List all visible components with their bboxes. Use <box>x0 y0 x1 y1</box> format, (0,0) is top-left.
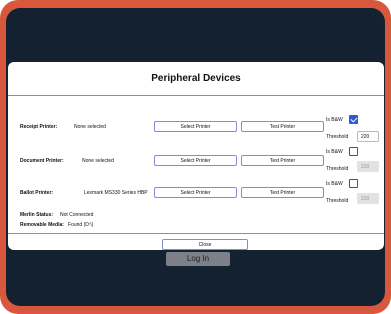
app-screen: Log In Peripheral Devices Receipt Printe… <box>6 8 385 306</box>
document-select-printer-button[interactable]: Select Printer <box>154 155 237 166</box>
document-is-bw-label: Is B&W <box>326 149 343 155</box>
receipt-is-bw-label: Is B&W <box>326 117 343 123</box>
document-printer-label: Document Printer: <box>20 158 64 164</box>
close-button[interactable]: Close <box>162 239 248 250</box>
receipt-printer-label: Receipt Printer: <box>20 124 58 130</box>
receipt-printer-value: None selected <box>74 124 106 130</box>
footer-divider <box>8 233 384 234</box>
removable-media-value: Found (D:\) <box>68 222 94 228</box>
ballot-printer-value: Lexmark MS330 Series HBP <box>84 190 148 196</box>
document-test-printer-button[interactable]: Test Printer <box>241 155 324 166</box>
removable-media-label: Removable Media: <box>20 222 64 228</box>
dialog-title: Peripheral Devices <box>151 73 241 84</box>
ballot-select-printer-button[interactable]: Select Printer <box>154 187 237 198</box>
device-frame: Log In Peripheral Devices Receipt Printe… <box>0 0 391 314</box>
log-in-button[interactable]: Log In <box>166 252 230 266</box>
peripheral-devices-dialog: Peripheral Devices Receipt Printer: None… <box>8 62 384 250</box>
ballot-printer-label: Ballot Printer: <box>20 190 54 196</box>
receipt-test-printer-button[interactable]: Test Printer <box>241 121 324 132</box>
receipt-is-bw-checkbox[interactable] <box>349 115 358 124</box>
ballot-is-bw-label: Is B&W <box>326 181 343 187</box>
merlin-status-label: Merlin Status: <box>20 212 54 218</box>
document-is-bw-checkbox[interactable] <box>349 147 358 156</box>
ballot-test-printer-button[interactable]: Test Printer <box>241 187 324 198</box>
merlin-status-value: Not Connected <box>60 212 94 218</box>
document-threshold-label: Threshold <box>326 166 349 172</box>
ballot-threshold-input: 220 <box>357 193 379 204</box>
receipt-threshold-label: Threshold <box>326 134 349 140</box>
ballot-threshold-label: Threshold <box>326 198 349 204</box>
document-printer-value: None selected <box>82 158 114 164</box>
title-divider <box>8 95 384 96</box>
receipt-select-printer-button[interactable]: Select Printer <box>154 121 237 132</box>
receipt-threshold-input[interactable]: 220 <box>357 131 379 142</box>
ballot-is-bw-checkbox[interactable] <box>349 179 358 188</box>
document-threshold-input: 220 <box>357 161 379 172</box>
